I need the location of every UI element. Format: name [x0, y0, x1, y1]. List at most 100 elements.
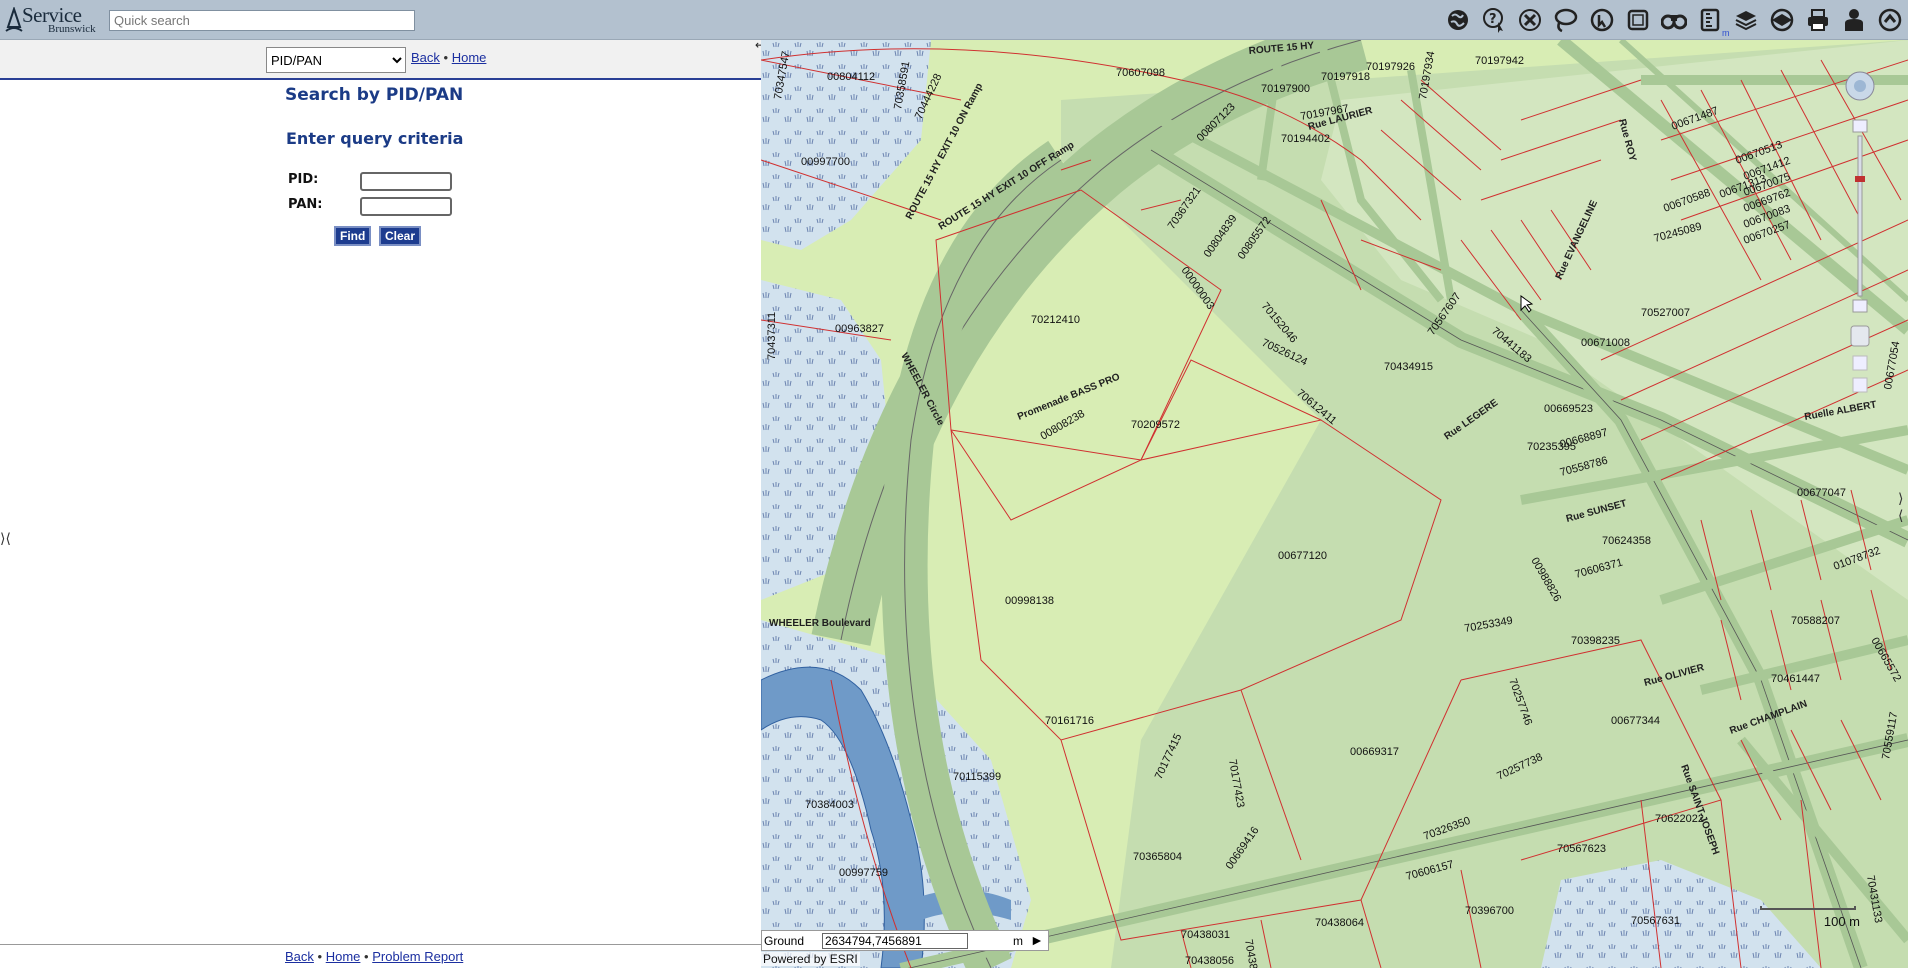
- pan-label: PAN:: [288, 197, 323, 212]
- map-view[interactable]: 00804112 70347547 70358591 70444228 0099…: [761, 40, 1908, 968]
- expand-icon: [1878, 8, 1902, 32]
- layers-tool-button[interactable]: [1728, 3, 1764, 37]
- panel-subtitle: Enter query criteria: [286, 129, 464, 148]
- clear-tool-button[interactable]: [1512, 3, 1548, 37]
- user-icon: [1845, 9, 1863, 31]
- home-link[interactable]: Home: [452, 50, 487, 65]
- parcel-label: 00669523: [1544, 403, 1593, 415]
- scale-bar-label: 100 m: [1823, 914, 1860, 929]
- svg-text:?: ?: [1489, 12, 1497, 27]
- expand-tool-button[interactable]: [1872, 3, 1908, 37]
- scale-bar-line: [1760, 906, 1856, 910]
- parcel-label: 70624358: [1602, 535, 1651, 547]
- zoom-box-out-icon[interactable]: [1852, 377, 1868, 393]
- binoculars-tool-button[interactable]: [1656, 3, 1692, 37]
- quick-search-input[interactable]: [109, 10, 415, 31]
- clear-button[interactable]: Clear: [379, 226, 422, 246]
- logo-text-brunswick: Brunswick: [48, 23, 96, 35]
- parcel-label: 00997700: [801, 156, 850, 168]
- nav-separator: •: [443, 50, 449, 65]
- collapse-panel-icon[interactable]: ⟩⟨: [0, 530, 11, 547]
- coordinate-input[interactable]: [822, 933, 968, 949]
- parcel-label: 70567623: [1557, 843, 1606, 855]
- parcel-label: 70527007: [1641, 307, 1690, 319]
- road-label: WHEELER Boulevard: [769, 618, 871, 629]
- parcel-label: 70396700: [1465, 905, 1514, 917]
- parcel-label: 70384003: [805, 799, 854, 811]
- parcel-label: 00669317: [1350, 746, 1399, 758]
- parcel-label: 70438031: [1181, 929, 1230, 941]
- parcel-label: 70438064: [1315, 917, 1364, 929]
- clear-icon: [1519, 9, 1541, 31]
- lasso-icon: [1554, 8, 1578, 33]
- ground-label: Ground: [764, 934, 805, 948]
- parcel-label: 70197942: [1475, 55, 1524, 67]
- globe-icon: [1448, 10, 1468, 30]
- footer-separator-1: •: [317, 949, 323, 964]
- parcel-label: 70197918: [1321, 71, 1370, 83]
- print-tool-button[interactable]: [1800, 3, 1836, 37]
- basemap-tool-button[interactable]: [1764, 3, 1800, 37]
- parcel-label: 70212410: [1031, 314, 1080, 326]
- zoom-slider-handle[interactable]: [1855, 176, 1865, 182]
- panel-nav: PID/PAN Back • Home: [0, 40, 761, 80]
- help-cursor-icon: ?: [1483, 8, 1503, 33]
- parcel-label: 00998138: [1005, 595, 1054, 607]
- search-type-select[interactable]: PID/PAN: [266, 47, 406, 73]
- parcel-label: 00963827: [835, 323, 884, 335]
- map-tools: ?: [1440, 3, 1908, 37]
- lasso-tool-button[interactable]: [1548, 3, 1584, 37]
- panel-nav-links: Back • Home: [411, 50, 486, 65]
- parcel-label: 00677047: [1797, 487, 1846, 499]
- pan-hand-icon[interactable]: [1850, 325, 1870, 347]
- footer-separator-2: •: [364, 949, 369, 964]
- measure-icon: [1700, 8, 1720, 32]
- pid-label: PID:: [288, 172, 319, 187]
- parcel-label: 70434915: [1384, 361, 1433, 373]
- zoom-slider[interactable]: [1857, 135, 1863, 297]
- user-tool-button[interactable]: [1836, 3, 1872, 37]
- parcel-label: 00997759: [839, 867, 888, 879]
- parcel-label: 70461447: [1771, 673, 1820, 685]
- find-button[interactable]: Find: [334, 226, 372, 246]
- zoom-box-in-icon[interactable]: [1852, 355, 1868, 371]
- zoom-in-icon[interactable]: [1852, 119, 1868, 133]
- footer-home-link[interactable]: Home: [326, 949, 361, 964]
- parcel-label: 70365804: [1133, 851, 1182, 863]
- scale-bar: 100 m: [1760, 902, 1860, 932]
- coordinate-unit: m: [1013, 934, 1023, 948]
- powered-by-label: Powered by ESRI: [761, 952, 860, 966]
- identify-tool-button[interactable]: [1584, 3, 1620, 37]
- parcel-label: 00677120: [1278, 550, 1327, 562]
- pid-input[interactable]: [360, 172, 452, 191]
- zoom-controls[interactable]: [1843, 56, 1877, 406]
- coordinate-bar: Ground m ►: [761, 930, 1049, 951]
- panel-title: Search by PID/PAN: [285, 85, 464, 105]
- select-area-icon: [1627, 9, 1649, 31]
- map-canvas[interactable]: 00804112 70347547 70358591 70444228 0099…: [761, 40, 1908, 968]
- parcel-label: 70235395: [1527, 441, 1576, 453]
- globe-tool-button[interactable]: [1440, 3, 1476, 37]
- go-to-coordinate-button[interactable]: ►: [1030, 932, 1044, 948]
- service-nb-logo[interactable]: Service Brunswick: [4, 3, 100, 37]
- expand-map-icon[interactable]: ⟩⟨: [1898, 490, 1908, 524]
- identify-icon: [1590, 8, 1614, 32]
- binoculars-icon: [1661, 14, 1687, 30]
- basemap-icon: [1770, 8, 1794, 32]
- layers-icon: [1735, 11, 1757, 31]
- parcel-label: 70588207: [1791, 615, 1840, 627]
- parcel-label: 00677344: [1611, 715, 1660, 727]
- zoom-out-icon[interactable]: [1852, 299, 1868, 313]
- panel-footer: Back • Home • Problem Report: [0, 944, 761, 968]
- back-link[interactable]: Back: [411, 50, 440, 65]
- parcel-label: 70161716: [1045, 715, 1094, 727]
- help-tool-button[interactable]: ?: [1476, 3, 1512, 37]
- parcel-label: 70567631: [1631, 915, 1680, 927]
- parcel-label: 00671008: [1581, 337, 1630, 349]
- top-toolbar: Service Brunswick ? m: [0, 0, 1908, 40]
- footer-back-link[interactable]: Back: [285, 949, 314, 964]
- footer-problem-report-link[interactable]: Problem Report: [372, 949, 463, 964]
- select-area-tool-button[interactable]: [1620, 3, 1656, 37]
- pan-input[interactable]: [360, 197, 452, 216]
- parcel-label: 70398235: [1571, 635, 1620, 647]
